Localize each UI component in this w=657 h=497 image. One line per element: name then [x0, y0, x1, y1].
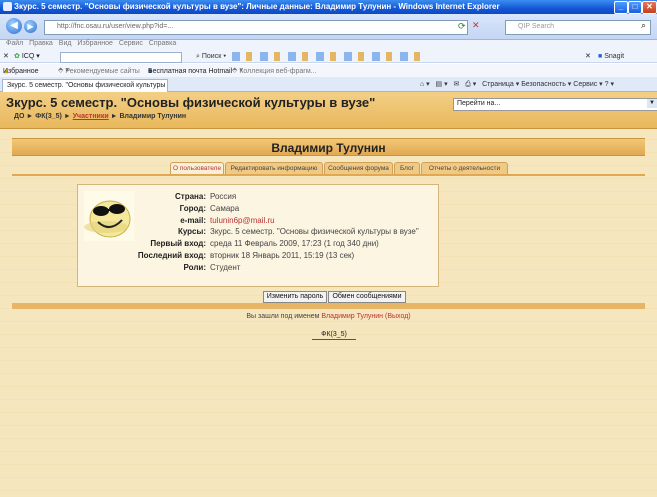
breadcrumb-separator: ►: [110, 113, 120, 120]
messaging-button[interactable]: Обмен сообщениями: [328, 291, 406, 303]
logout-link[interactable]: (Выход): [385, 313, 411, 320]
maximize-button[interactable]: □: [628, 1, 642, 14]
profile-field-value: Россия: [210, 192, 237, 201]
minimize-button[interactable]: _: [614, 1, 628, 14]
profile-field-value: вторник 18 Январь 2011, 15:19 (13 сек): [210, 251, 355, 260]
profile-field-label: Роли:: [183, 262, 207, 272]
stop-icon[interactable]: ✕: [472, 20, 480, 31]
toolbar-close-icon-right[interactable]: ✕: [585, 51, 591, 62]
login-info: Вы зашли под именем Владимир Тулунин (Вы…: [246, 313, 411, 320]
fav-item-webslice[interactable]: ⬘ Коллекция веб-фрагм... ▾: [232, 66, 316, 75]
course-header: Зкурс. 5 семестр. "Основы физической кул…: [0, 92, 657, 129]
profile-field-value: среда 11 Февраль 2009, 17:23 (1 год 340 …: [210, 239, 379, 249]
course-title: Зкурс. 5 семестр. "Основы физической кул…: [6, 95, 376, 110]
address-toolbar: ◀ ▶ http://fnc.osau.ru/user/view.php?id=…: [0, 14, 657, 40]
jump-to-select[interactable]: Перейти на... ▼: [453, 98, 657, 111]
user-name-band: Владимир Тулунин: [12, 138, 645, 156]
profile-field-label: Страна:: [175, 192, 206, 201]
user-name: Владимир Тулунин: [271, 141, 386, 155]
window-title: Зкурс. 5 семестр. "Основы физической кул…: [14, 2, 500, 11]
menu-file[interactable]: Файл: [6, 40, 23, 47]
breadcrumb-participants[interactable]: Участники: [73, 113, 109, 120]
menu-tools[interactable]: Сервис: [119, 40, 143, 47]
footer-band: [12, 303, 645, 309]
window-titlebar: Зкурс. 5 семестр. "Основы физической кул…: [0, 0, 657, 14]
email-link[interactable]: tulunin6p@mail.ru: [210, 216, 275, 225]
profile-field-value: Самара: [210, 203, 240, 213]
feeds-icon[interactable]: ▤: [436, 81, 443, 88]
profile-field-row: Курсы: Зкурс. 5 семестр. "Основы физическ…: [78, 227, 438, 238]
breadcrumb-root[interactable]: ДО: [14, 113, 24, 120]
icq-button[interactable]: ✿ ICQ ▾: [14, 51, 40, 62]
menu-bar: Файл Правка Вид Избранное Сервис Справка: [0, 40, 657, 51]
course-home-link[interactable]: ФК(3_5): [312, 330, 356, 340]
profile-field-label: Курсы:: [177, 227, 206, 237]
tab-underline: [12, 174, 645, 176]
search-input[interactable]: QIP Search: [505, 20, 651, 35]
favorites-bar: ★ Избранное ⬘ Рекомендуемые сайты ▾ ■ Бе…: [0, 64, 657, 77]
chevron-down-icon: ▼: [647, 99, 657, 108]
profile-field-row: e-mail: tulunin6p@mail.ru: [78, 216, 438, 227]
profile-field-label: e-mail:: [180, 215, 206, 225]
toolbar-search-input[interactable]: [60, 52, 182, 63]
mail-icon[interactable]: ✉: [453, 81, 459, 88]
menu-view[interactable]: Вид: [59, 40, 72, 47]
home-icon[interactable]: ⌂: [420, 81, 424, 88]
menu-edit[interactable]: Правка: [29, 40, 53, 47]
breadcrumb: ДО ► ФК(3_5) ► Участники ► Владимир Тулу…: [14, 113, 186, 120]
addon-toolbar: ✕ ✿ ICQ ▾ ⌕ Поиск ▾ ✕ ■ Snagit: [0, 51, 657, 63]
toolbar-search-button[interactable]: ⌕ Поиск ▾: [196, 51, 226, 62]
profile-field-row: Первый вход: среда 11 Февраль 2009, 17:23…: [78, 239, 438, 250]
breadcrumb-separator: ►: [26, 113, 36, 120]
command-bar[interactable]: ⌂ ▾ ▤ ▾ ✉ ⎙ ▾ Страница ▾ Безопасность ▾ …: [420, 80, 614, 89]
breadcrumb-separator: ►: [63, 113, 73, 120]
snagit-button[interactable]: ■ Snagit: [598, 51, 624, 62]
profile-field-value: Зкурс. 5 семестр. "Основы физической кул…: [210, 227, 419, 237]
print-icon[interactable]: ⎙: [465, 81, 471, 88]
profile-field-label: Город:: [179, 203, 206, 213]
browser-tab[interactable]: Зкурс. 5 семестр. "Основы физической кул…: [2, 79, 168, 93]
profile-field-row: Страна: Россия: [78, 192, 438, 203]
profile-field-value: Студент: [210, 262, 241, 272]
toolbar-close-icon[interactable]: ✕: [3, 51, 9, 62]
browser-tab-row: Зкурс. 5 семестр. "Основы физической кул…: [0, 77, 657, 93]
change-password-button[interactable]: Изменить пароль: [263, 291, 327, 303]
toolbar-icons[interactable]: [232, 52, 422, 61]
search-icon: ⌕: [196, 53, 200, 60]
profile-field-row: Роли: Студент: [78, 263, 438, 274]
fav-item-recommended[interactable]: ⬘ Рекомендуемые сайты ▾: [58, 66, 140, 75]
refresh-icon[interactable]: ⟳: [458, 21, 466, 32]
address-bar[interactable]: http://fnc.osau.ru/user/view.php?id=...: [44, 20, 468, 35]
breadcrumb-course[interactable]: ФК(3_5): [35, 113, 62, 120]
profile-field-label: Последний вход:: [137, 251, 206, 260]
back-icon[interactable]: ◀: [6, 18, 22, 34]
breadcrumb-current: Владимир Тулунин: [119, 113, 187, 120]
search-icon[interactable]: ⌕: [641, 20, 646, 31]
user-info-box: Страна: Россия Город: Самара e-mail: tulunin6…: [77, 184, 439, 287]
profile-field-row: Город: Самара: [78, 204, 438, 215]
forward-icon[interactable]: ▶: [24, 20, 37, 33]
help-icon[interactable]: ?: [605, 81, 609, 88]
profile-field-row: Последний вход: вторник 18 Январь 2011, 1…: [78, 251, 438, 262]
logged-in-user-link[interactable]: Владимир Тулунин: [321, 313, 383, 320]
close-button[interactable]: ✕: [642, 1, 657, 14]
jump-label: Перейти на...: [457, 100, 501, 107]
menu-favorites[interactable]: Избранное: [77, 40, 112, 47]
profile-field-label: Первый вход:: [150, 239, 206, 249]
menu-help[interactable]: Справка: [149, 40, 176, 47]
ie-icon: [3, 2, 12, 11]
